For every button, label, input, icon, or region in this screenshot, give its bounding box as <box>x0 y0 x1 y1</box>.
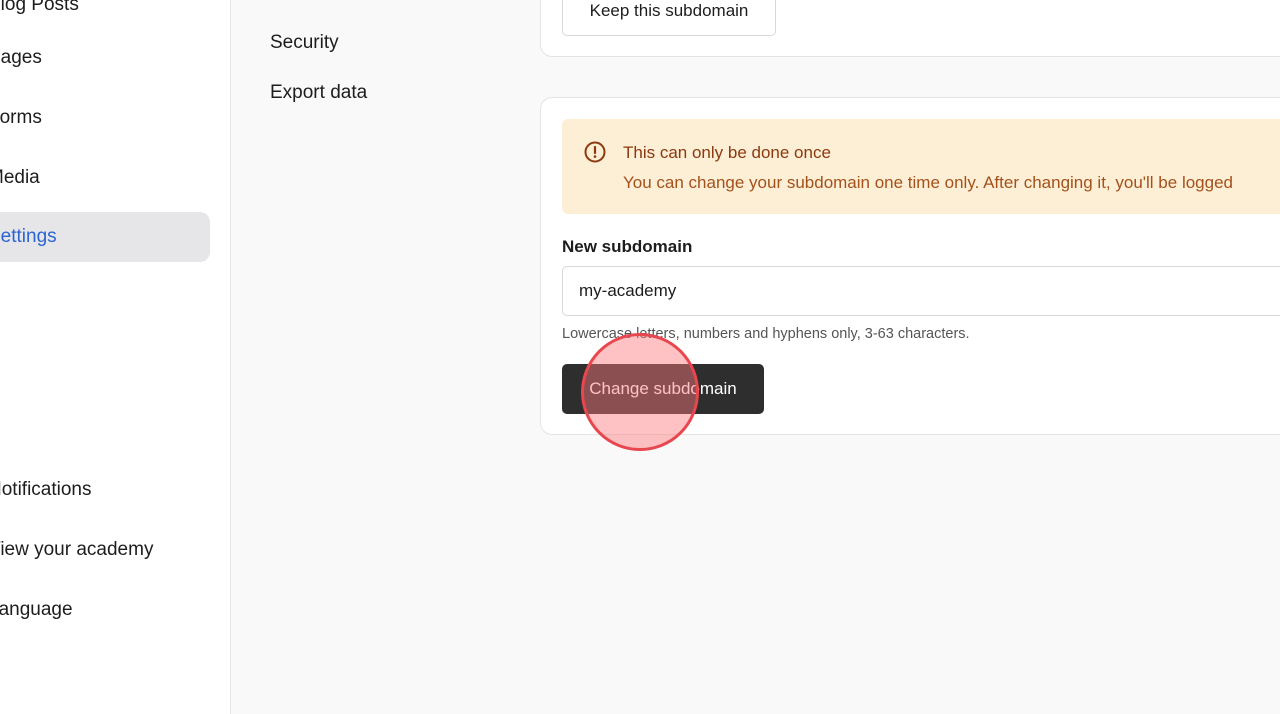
change-subdomain-card: This can only be done once You can chang… <box>540 97 1280 435</box>
sidebar-item-language[interactable]: Language <box>0 585 210 635</box>
sidebar: Blog Posts Pages Forms Media Settings No… <box>0 0 231 714</box>
settings-nav-security[interactable]: Security <box>270 32 339 54</box>
keep-subdomain-button[interactable]: Keep this subdomain <box>562 0 776 36</box>
alert-message: You can change your subdomain one time o… <box>623 173 1233 192</box>
alert-circle-icon <box>583 140 607 164</box>
app-window: Blog Posts Pages Forms Media Settings No… <box>0 0 1280 714</box>
settings-nav-export-data[interactable]: Export data <box>270 82 367 104</box>
new-subdomain-label: New subdomain <box>562 237 693 256</box>
new-subdomain-input[interactable] <box>562 266 1280 316</box>
warning-alert: This can only be done once You can chang… <box>562 119 1280 214</box>
sidebar-item-settings[interactable]: Settings <box>0 212 210 262</box>
sidebar-item-label: Blog Posts <box>0 0 79 15</box>
sidebar-item-view-academy[interactable]: View your academy <box>0 525 210 575</box>
sidebar-item-label: Media <box>0 167 40 188</box>
sidebar-item-label: Pages <box>0 47 42 68</box>
sidebar-item-forms[interactable]: Forms <box>0 93 210 143</box>
sidebar-item-label: Notifications <box>0 479 92 500</box>
sidebar-item-label: View your academy <box>0 539 154 560</box>
sidebar-item-notifications[interactable]: Notifications <box>0 465 210 515</box>
sidebar-item-label: Settings <box>0 226 57 247</box>
sidebar-item-label: Language <box>0 599 73 620</box>
keep-subdomain-card: Keep this subdomain <box>540 0 1280 57</box>
change-subdomain-button[interactable]: Change subdomain <box>562 364 764 414</box>
subdomain-help-text: Lowercase letters, numbers and hyphens o… <box>562 326 970 342</box>
sidebar-item-blog-posts[interactable]: Blog Posts <box>0 0 210 30</box>
alert-title: This can only be done once <box>623 143 831 162</box>
sidebar-item-pages[interactable]: Pages <box>0 33 210 83</box>
sidebar-item-media[interactable]: Media <box>0 153 210 203</box>
sidebar-item-label: Forms <box>0 107 42 128</box>
